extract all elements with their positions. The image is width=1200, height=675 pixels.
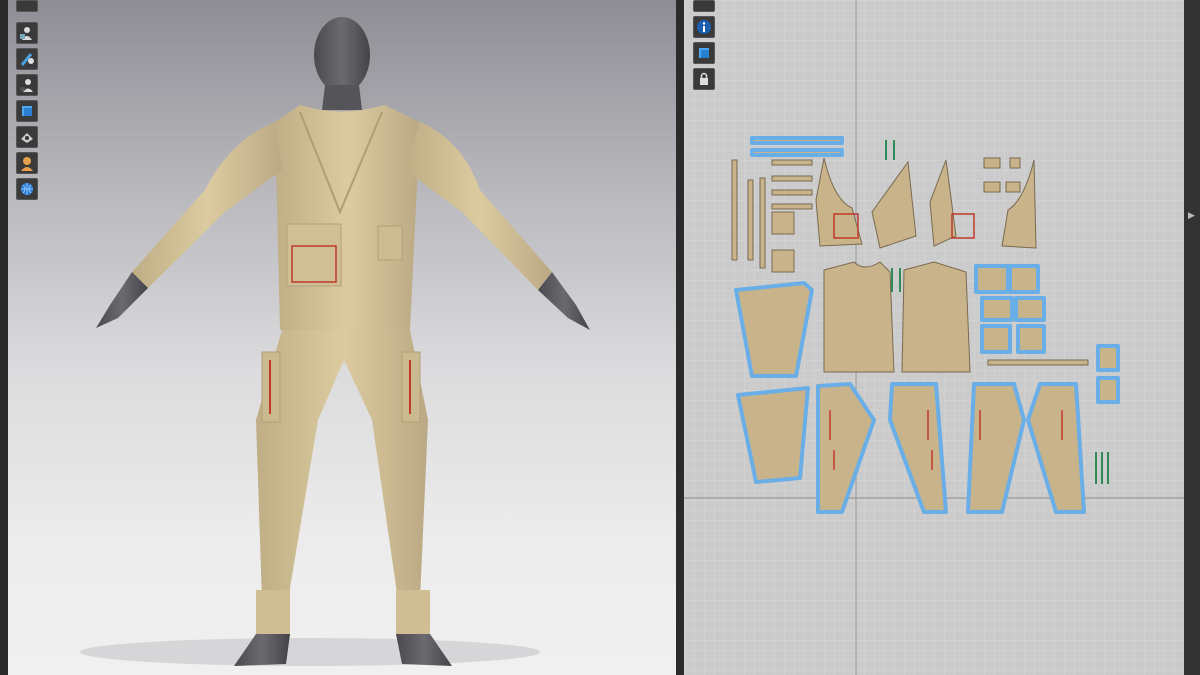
render-camera-icon[interactable] <box>16 126 38 148</box>
avatar-skin-icon[interactable] <box>16 152 38 174</box>
3d-viewport[interactable] <box>0 0 676 675</box>
info-icon[interactable] <box>693 16 715 38</box>
pattern-layout <box>684 0 1184 675</box>
viewport-splitter[interactable] <box>676 0 684 675</box>
garment-display-icon[interactable] <box>16 100 38 122</box>
2d-pattern-window[interactable] <box>684 0 1184 675</box>
view-icon[interactable] <box>693 0 715 12</box>
pattern-display-icon[interactable] <box>693 42 715 64</box>
window-edge <box>0 0 8 675</box>
avatar-display-icon[interactable] <box>16 22 38 44</box>
globe-world-icon[interactable] <box>16 178 38 200</box>
texture-brush-icon[interactable] <box>16 48 38 70</box>
avatar-visibility-icon[interactable] <box>16 74 38 96</box>
lock-icon[interactable] <box>693 68 715 90</box>
side-panel-collapse[interactable]: ▶ <box>1184 0 1200 675</box>
2d-toolbar <box>693 0 715 90</box>
3d-toolbar <box>16 0 38 200</box>
expand-arrow-icon[interactable]: ▶ <box>1188 211 1195 221</box>
avatar-garment-render <box>80 17 590 666</box>
view-icon[interactable] <box>16 0 38 12</box>
